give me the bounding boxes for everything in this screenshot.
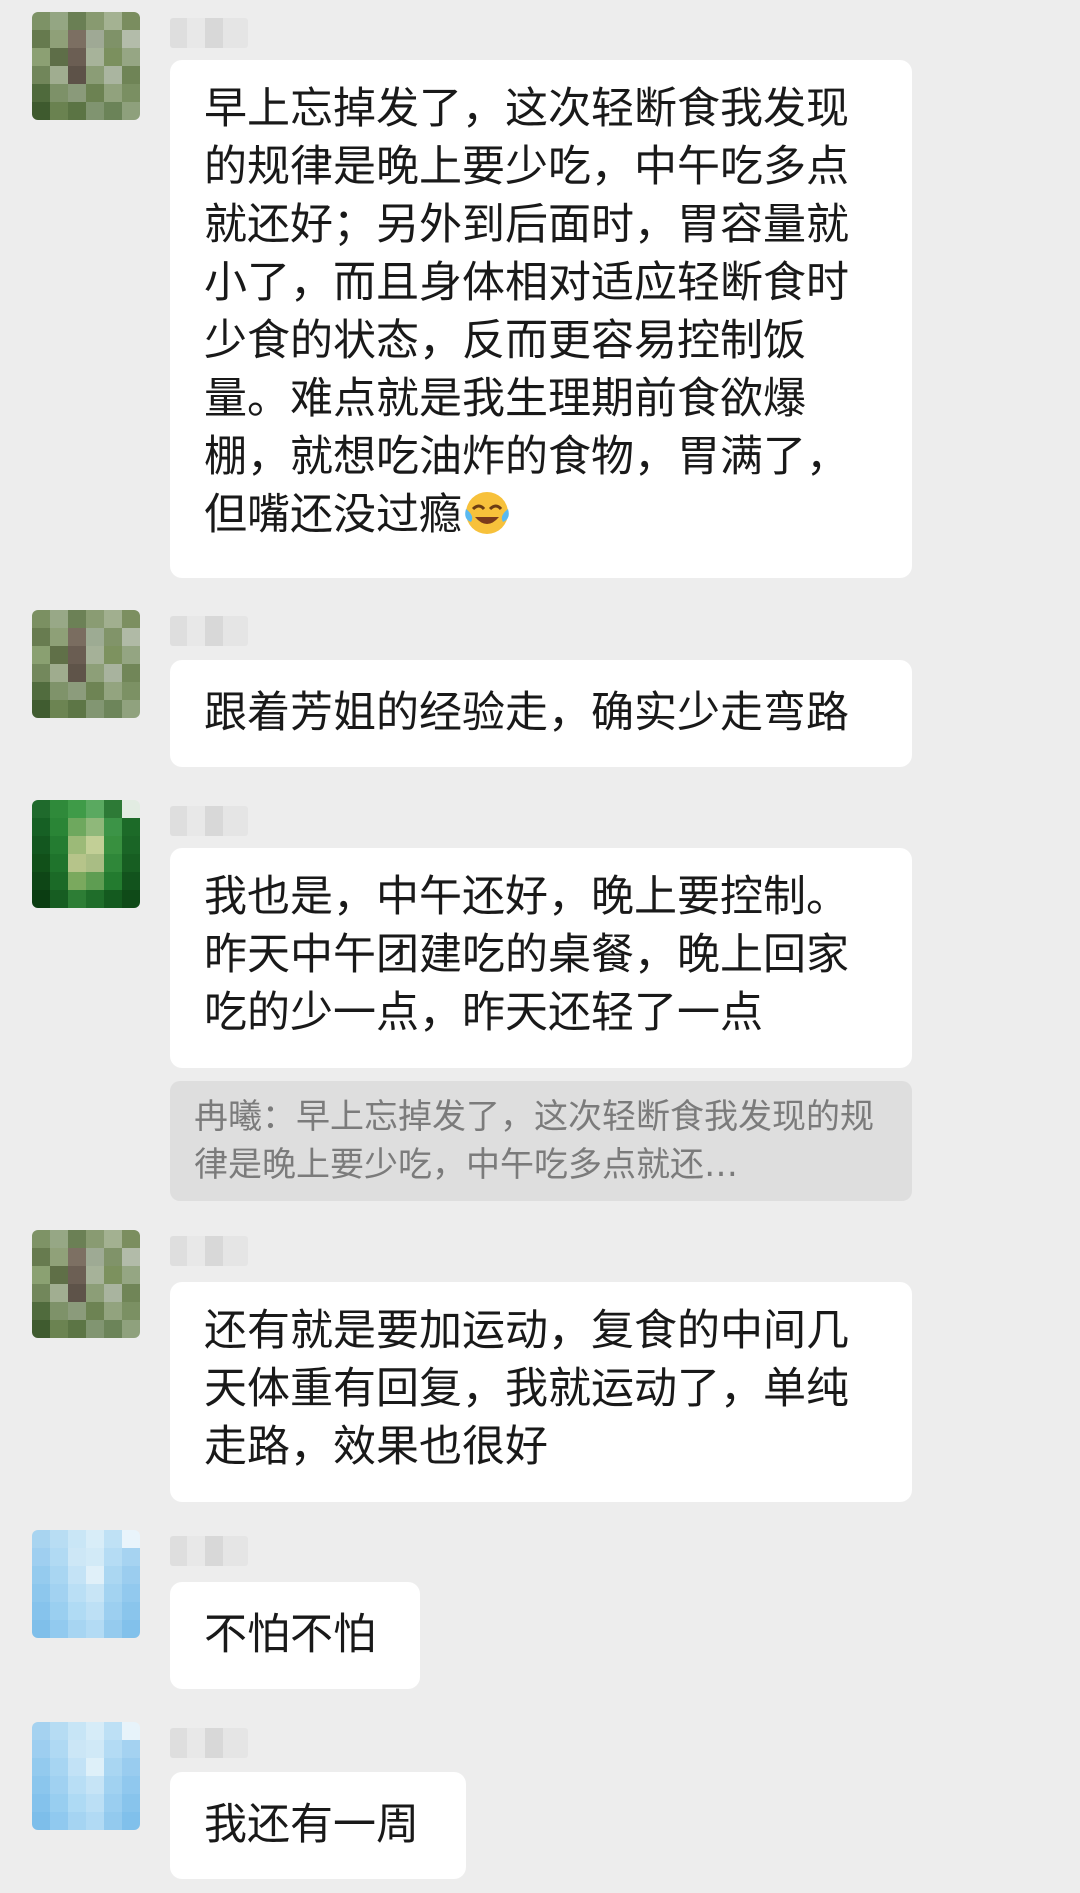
sender-name-blurred	[170, 616, 248, 646]
message-text: 早上忘掉发了，这次轻断食我发现的规律是晚上要少吃，中午吃多点就还好；另外到后面时…	[204, 84, 849, 540]
avatar[interactable]	[32, 1530, 140, 1638]
sender-name-blurred	[170, 1536, 248, 1566]
pixelated-avatar-image	[32, 1530, 140, 1638]
pixelated-avatar-image	[32, 12, 140, 120]
pixelated-avatar-image	[32, 610, 140, 718]
message-bubble[interactable]: 我也是，中午还好，晚上要控制。昨天中午团建吃的桌餐，晚上回家吃的少一点，昨天还轻…	[170, 848, 912, 1068]
message-text: 不怕不怕	[204, 1610, 376, 1660]
crying-laughing-emoji-icon	[462, 487, 512, 537]
pixelated-avatar-image	[32, 800, 140, 908]
avatar[interactable]	[32, 610, 140, 718]
message-text: 还有就是要加运动，复食的中间几天体重有回复，我就运动了，单纯走路，效果也很好	[204, 1306, 849, 1472]
message-bubble[interactable]: 跟着芳姐的经验走，确实少走弯路	[170, 660, 912, 767]
sender-name-blurred	[170, 1728, 248, 1758]
avatar[interactable]	[32, 12, 140, 120]
pixelated-avatar-image	[32, 1722, 140, 1830]
sender-name-blurred	[170, 806, 248, 836]
message-text: 我也是，中午还好，晚上要控制。昨天中午团建吃的桌餐，晚上回家吃的少一点，昨天还轻…	[204, 872, 849, 1038]
sender-name-blurred	[170, 18, 248, 48]
avatar[interactable]	[32, 800, 140, 908]
quoted-message[interactable]: 冉曦：早上忘掉发了，这次轻断食我发现的规律是晚上要少吃，中午吃多点就还…	[170, 1081, 912, 1201]
message-bubble[interactable]: 还有就是要加运动，复食的中间几天体重有回复，我就运动了，单纯走路，效果也很好	[170, 1282, 912, 1502]
avatar[interactable]	[32, 1722, 140, 1830]
message-bubble[interactable]: 我还有一周	[170, 1772, 466, 1879]
message-text: 我还有一周	[204, 1800, 419, 1850]
message-bubble[interactable]: 不怕不怕	[170, 1582, 420, 1689]
pixelated-avatar-image	[32, 1230, 140, 1338]
quoted-message-text: 冉曦：早上忘掉发了，这次轻断食我发现的规律是晚上要少吃，中午吃多点就还…	[194, 1097, 874, 1185]
message-bubble[interactable]: 早上忘掉发了，这次轻断食我发现的规律是晚上要少吃，中午吃多点就还好；另外到后面时…	[170, 60, 912, 578]
avatar[interactable]	[32, 1230, 140, 1338]
message-text: 跟着芳姐的经验走，确实少走弯路	[204, 688, 849, 738]
sender-name-blurred	[170, 1236, 248, 1266]
